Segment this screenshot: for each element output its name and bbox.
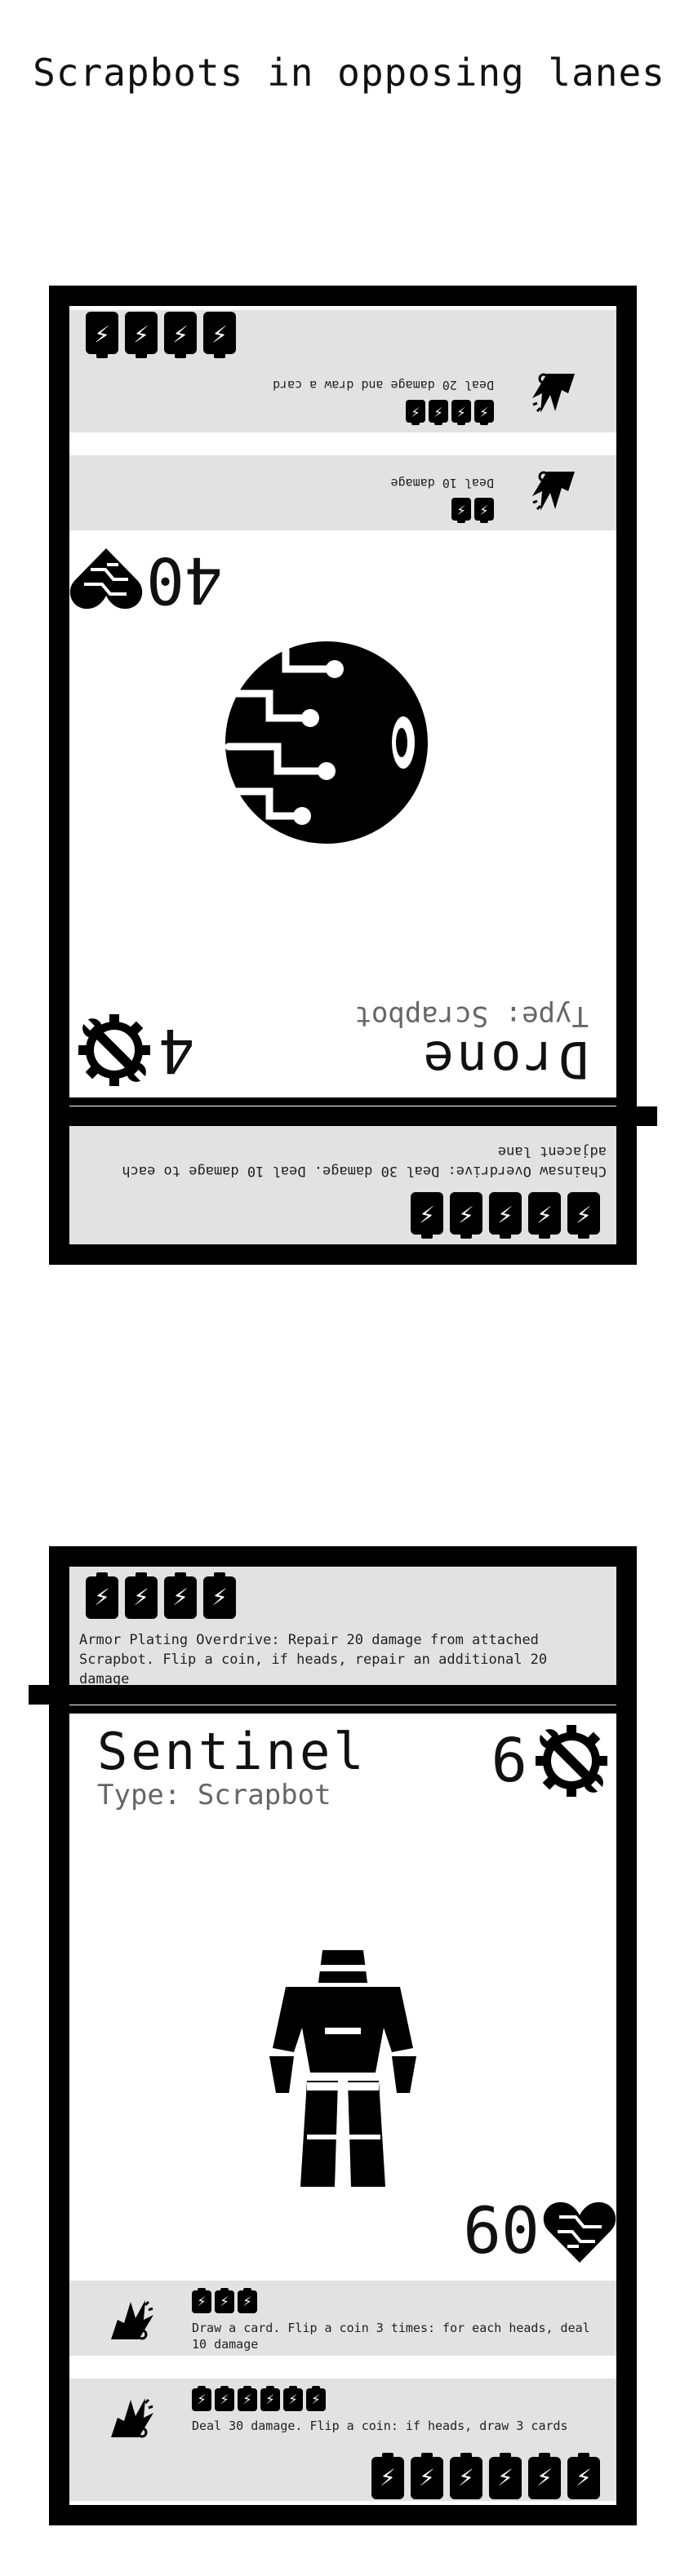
overdrive-cost bbox=[411, 1192, 600, 1235]
energy-battery-icon bbox=[411, 1192, 443, 1235]
energy-battery-icon bbox=[283, 2386, 303, 2411]
energy-battery-icon bbox=[474, 400, 494, 423]
hp-value: 6 bbox=[491, 1726, 527, 1796]
armor-value: 60 bbox=[463, 2195, 540, 2268]
attack-cost bbox=[192, 2386, 326, 2411]
attack-cost bbox=[192, 2288, 257, 2313]
attack-row[interactable]: Draw a card. Flip a coin 3 times: for ea… bbox=[69, 2281, 616, 2356]
attack-row[interactable]: Deal 30 damage. Flip a coin: if heads, d… bbox=[69, 2379, 616, 2454]
drone-eye-illustration bbox=[225, 624, 433, 861]
energy-battery-icon bbox=[528, 1192, 561, 1235]
attack-row[interactable]: Deal 20 damage and draw a card bbox=[69, 357, 616, 432]
claw-strike-icon bbox=[531, 467, 580, 516]
retreat-cost bbox=[371, 2453, 600, 2499]
claw-strike-icon bbox=[531, 369, 580, 418]
card-divider bbox=[69, 1106, 657, 1126]
energy-battery-icon bbox=[450, 2453, 482, 2499]
energy-battery-icon bbox=[238, 2288, 257, 2313]
energy-battery-icon bbox=[203, 1572, 236, 1619]
card-type: Type: Scrapbot bbox=[354, 1000, 589, 1032]
gear-wrench-icon bbox=[531, 1720, 612, 1802]
attack-text: Deal 20 damage and draw a card bbox=[273, 378, 494, 392]
armor-value: 40 bbox=[146, 543, 223, 616]
energy-battery-icon bbox=[489, 1192, 522, 1235]
energy-battery-icon bbox=[489, 2453, 522, 2499]
energy-battery-icon bbox=[371, 2453, 404, 2499]
energy-battery-icon bbox=[567, 1192, 600, 1235]
energy-battery-icon bbox=[306, 2386, 326, 2411]
energy-battery-icon bbox=[203, 312, 236, 354]
sentinel-robot-illustration bbox=[253, 1950, 433, 2187]
energy-battery-icon bbox=[474, 498, 494, 521]
claw-strike-icon bbox=[106, 2295, 155, 2344]
card-name: Drone bbox=[420, 1030, 589, 1089]
overdrive-band: Chainsaw Overdrive: Deal 30 damage. Deal… bbox=[69, 1124, 616, 1244]
energy-battery-icon bbox=[567, 2453, 600, 2499]
attack-row[interactable]: Deal 10 damage bbox=[69, 455, 616, 530]
overdrive-text: Chainsaw Overdrive: Deal 30 damage. Deal… bbox=[122, 1143, 607, 1179]
circuit-heart-icon bbox=[543, 2199, 616, 2264]
retreat-band bbox=[69, 2452, 616, 2501]
energy-battery-icon bbox=[238, 2386, 257, 2411]
energy-battery-icon bbox=[164, 1572, 197, 1619]
energy-battery-icon bbox=[125, 1572, 158, 1619]
energy-battery-icon bbox=[215, 2386, 234, 2411]
card-type: Type: Scrapbot bbox=[97, 1779, 331, 1811]
overdrive-panel: Chainsaw Overdrive: Deal 30 damage. Deal… bbox=[69, 1106, 616, 1244]
energy-battery-icon bbox=[528, 2453, 561, 2499]
attack-cost bbox=[406, 400, 494, 423]
circuit-heart-icon bbox=[69, 547, 143, 612]
attack-cost bbox=[451, 498, 494, 521]
energy-battery-icon bbox=[411, 2453, 443, 2499]
retreat-band bbox=[69, 310, 616, 359]
scrapbot-card-drone[interactable]: Chainsaw Overdrive: Deal 30 damage. Deal… bbox=[49, 286, 657, 1265]
armor-stat: 60 bbox=[463, 2195, 616, 2268]
armor-stat: 40 bbox=[69, 543, 223, 616]
overdrive-text: Armor Plating Overdrive: Repair 20 damag… bbox=[79, 1632, 548, 1687]
card-divider bbox=[29, 1685, 616, 1705]
card-main: Drone Type: Scrapbot 4 40 ⚡ ⚡ Deal 10 da… bbox=[69, 306, 616, 1097]
energy-battery-icon bbox=[260, 2386, 280, 2411]
attack-text: Deal 30 damage. Flip a coin: if heads, d… bbox=[192, 2419, 568, 2433]
energy-battery-icon bbox=[451, 400, 471, 423]
claw-strike-icon bbox=[106, 2393, 155, 2442]
attack-text: Deal 10 damage bbox=[390, 476, 494, 490]
scrapbot-card-sentinel[interactable]: Armor Plating Overdrive: Repair 20 damag… bbox=[29, 1546, 637, 2525]
energy-battery-icon bbox=[192, 2288, 211, 2313]
hp-stat: 6 bbox=[491, 1720, 612, 1802]
overdrive-cost bbox=[86, 1572, 236, 1619]
energy-battery-icon bbox=[429, 400, 448, 423]
attack-text: Draw a card. Flip a coin 3 times: for ea… bbox=[192, 2321, 590, 2352]
energy-battery-icon bbox=[192, 2386, 211, 2411]
energy-battery-icon bbox=[215, 2288, 234, 2313]
energy-battery-icon bbox=[86, 312, 118, 354]
energy-battery-icon bbox=[451, 498, 471, 521]
energy-battery-icon bbox=[164, 312, 197, 354]
energy-battery-icon bbox=[406, 400, 425, 423]
card-name: Sentinel bbox=[97, 1722, 367, 1781]
gear-wrench-icon bbox=[73, 1009, 155, 1091]
energy-battery-icon bbox=[450, 1192, 482, 1235]
energy-battery-icon bbox=[86, 1572, 118, 1619]
hp-value: 4 bbox=[158, 1015, 195, 1085]
overdrive-band: Armor Plating Overdrive: Repair 20 damag… bbox=[69, 1567, 616, 1687]
hp-stat: 4 bbox=[73, 1009, 195, 1091]
retreat-cost bbox=[86, 312, 236, 354]
card-main: Sentinel Type: Scrapbot 6 60 ⚡ ⚡ ⚡ Draw … bbox=[69, 1714, 616, 2505]
energy-battery-icon bbox=[125, 312, 158, 354]
page-title: Scrapbots in opposing lanes bbox=[33, 51, 665, 95]
